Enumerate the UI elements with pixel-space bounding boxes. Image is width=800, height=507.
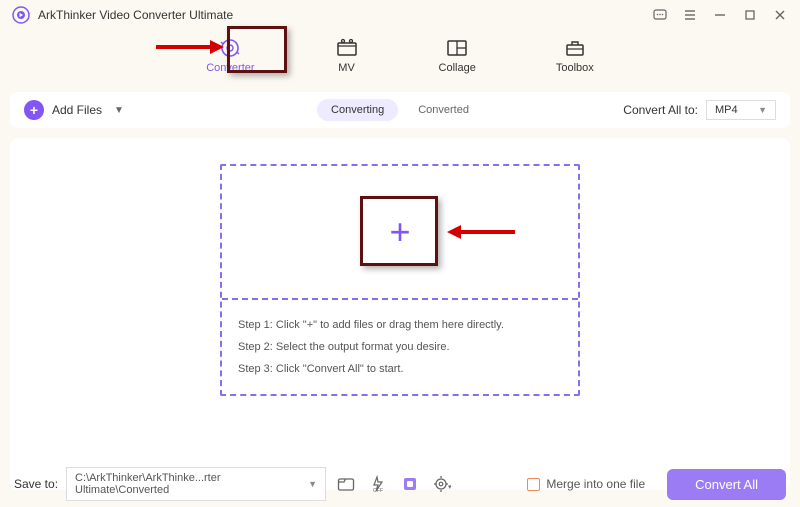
drop-zone: + Step 1: Click "+" to add files or drag… (220, 164, 580, 396)
format-select[interactable]: MP4 ▼ (706, 100, 776, 120)
save-path-value: C:\ArkThinker\ArkThinke...rter Ultimate\… (75, 472, 308, 496)
minimize-button[interactable] (712, 7, 728, 23)
step-text: Step 3: Click "Convert All" to start. (238, 358, 562, 380)
filter-converting[interactable]: Converting (317, 99, 398, 121)
collage-icon (445, 38, 469, 58)
maximize-button[interactable] (742, 7, 758, 23)
add-files-button[interactable]: + Add Files ▼ (24, 100, 124, 120)
open-folder-button[interactable] (334, 472, 358, 496)
main-tabs: Converter MV Collage Toolbox (0, 30, 800, 86)
tab-toolbox[interactable]: Toolbox (546, 34, 604, 78)
titlebar: ArkThinker Video Converter Ultimate (0, 0, 800, 30)
main-panel: + Step 1: Click "+" to add files or drag… (10, 138, 790, 490)
plus-icon: + (24, 100, 44, 120)
filter-converted[interactable]: Converted (404, 99, 483, 121)
tab-converter[interactable]: Converter (196, 34, 264, 78)
toolbar: + Add Files ▼ Converting Converted Conve… (10, 92, 790, 128)
checkbox-icon (527, 478, 540, 491)
add-files-dropzone[interactable]: + (222, 166, 578, 300)
hardware-accel-button[interactable]: OFF (366, 472, 390, 496)
settings-button[interactable]: ▾ (430, 472, 454, 496)
merge-checkbox[interactable]: Merge into one file (527, 477, 645, 491)
close-button[interactable] (772, 7, 788, 23)
tab-label: Collage (439, 62, 476, 74)
step-text: Step 2: Select the output format you des… (238, 336, 562, 358)
status-filter: Converting Converted (317, 99, 483, 121)
tab-label: Converter (206, 62, 254, 74)
app-title: ArkThinker Video Converter Ultimate (38, 8, 652, 22)
save-path-select[interactable]: C:\ArkThinker\ArkThinke...rter Ultimate\… (66, 467, 326, 501)
gpu-button[interactable] (398, 472, 422, 496)
convert-all-to-label: Convert All to: (623, 103, 698, 117)
chevron-down-icon: ▼ (114, 105, 124, 116)
convert-all-to: Convert All to: MP4 ▼ (623, 100, 776, 120)
app-logo-icon (12, 6, 30, 24)
tab-label: MV (338, 62, 355, 74)
save-to-label: Save to: (14, 477, 58, 491)
format-value: MP4 (715, 104, 738, 116)
steps-list: Step 1: Click "+" to add files or drag t… (222, 300, 578, 394)
toolbox-icon (563, 38, 587, 58)
svg-text:OFF: OFF (373, 488, 383, 493)
add-files-label: Add Files (52, 103, 102, 117)
merge-label: Merge into one file (546, 477, 645, 491)
chevron-down-icon: ▼ (308, 479, 317, 489)
tab-collage[interactable]: Collage (429, 34, 486, 78)
menu-icon[interactable] (682, 7, 698, 23)
feedback-icon[interactable] (652, 7, 668, 23)
converter-icon (218, 38, 242, 58)
chevron-down-icon: ▼ (758, 105, 767, 115)
footer: Save to: C:\ArkThinker\ArkThinke...rter … (0, 461, 800, 507)
tab-mv[interactable]: MV (325, 34, 369, 78)
convert-all-button[interactable]: Convert All (667, 469, 786, 500)
step-text: Step 1: Click "+" to add files or drag t… (238, 314, 562, 336)
plus-icon: + (389, 211, 410, 253)
mv-icon (335, 38, 359, 58)
svg-text:▾: ▾ (448, 484, 451, 491)
tab-label: Toolbox (556, 62, 594, 74)
window-controls (652, 7, 788, 23)
